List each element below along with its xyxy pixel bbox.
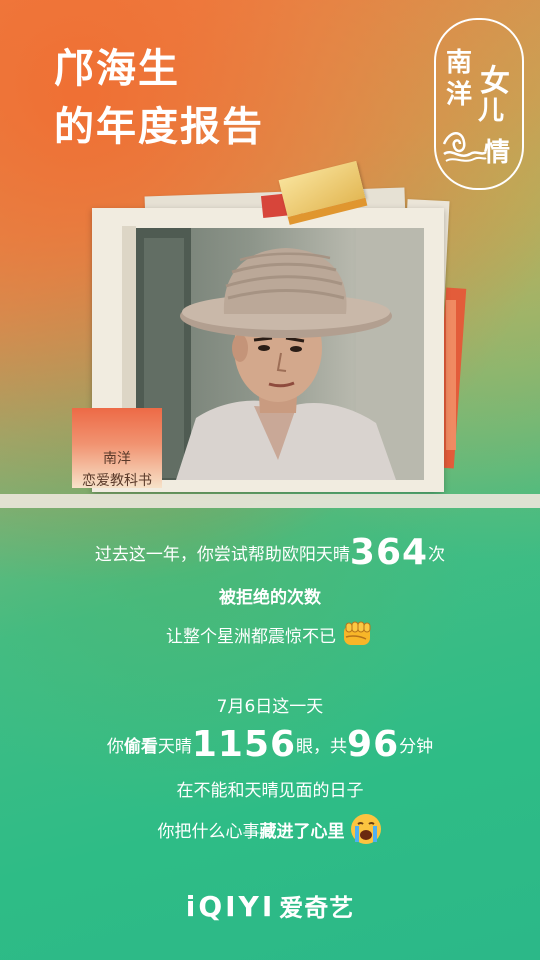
brand-latin: iQIYI [185,890,276,923]
brand-cn: 爱奇艺 [279,894,355,922]
stat-line-7-bold: 藏进了心里 [259,822,345,842]
orange-strip-inner [446,300,456,450]
fist-emoji-icon [344,621,371,645]
stat-line-6: 在不能和天晴见面的日子 [176,781,364,801]
label-card-line-2: 恋爱教科书 [82,473,152,489]
stat-line-5-mid2: 眼，共 [296,737,348,757]
title-line-2: 的年度报告 [54,104,264,150]
page-title: 邝海生 的年度报告 [54,40,264,156]
stat-line-5-mid: 天晴 [157,737,192,757]
peek-count: 1156 [191,724,297,765]
stat-line-7-prefix: 你把什么心事 [157,822,260,842]
paper-scrap-left [122,226,136,410]
character-photo [136,228,424,480]
iqiyi-logo: iQIYI 爱奇艺 [0,888,540,923]
label-card: 南洋 恋爱教科书 [72,408,162,489]
crying-face-emoji-icon [350,814,381,844]
stat-line-7: 你把什么心事藏进了心里 [0,812,540,846]
wave-icon [442,132,487,162]
title-line-1: 邝海生 [54,46,180,92]
stat-line-5-suffix: 分钟 [399,737,434,757]
logo-char-4: 儿 [478,96,505,126]
label-card-line-1: 南洋 [103,451,131,467]
stat-line-4: 7月6日这一天 [216,697,324,717]
rejection-count: 364 [349,532,429,573]
show-logo: 南 洋 女 儿 情 [434,18,524,190]
peek-minutes: 96 [347,724,400,765]
stat-line-1: 过去这一年，你尝试帮助欧阳天晴364次 [0,532,540,573]
stat-line-2: 被拒绝的次数 [219,588,321,608]
stat-line-3: 让整个星洲都震惊不已 [0,617,540,651]
stat-line-5-prefix: 你 [106,737,124,757]
stat-line-1-suffix: 次 [428,545,446,565]
stat-line-3-text: 让整个星洲都震惊不已 [166,627,336,647]
paper-base-strip [0,494,540,508]
stat-line-5-bold: 偷看 [123,737,158,757]
stat-line-5: 你偷看天晴1156眼，共96分钟 [0,724,540,765]
logo-char-2: 洋 [446,80,473,110]
stat-line-1-prefix: 过去这一年，你尝试帮助欧阳天晴 [94,545,350,565]
